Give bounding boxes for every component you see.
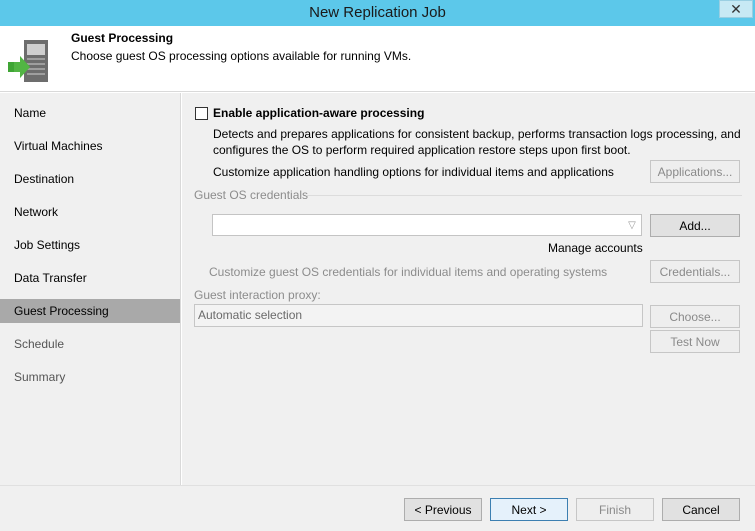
choose-proxy-button[interactable]: Choose... bbox=[650, 305, 740, 328]
close-button[interactable]: ✕ bbox=[719, 0, 753, 18]
cancel-button[interactable]: Cancel bbox=[662, 498, 740, 521]
chevron-down-icon: ▽ bbox=[628, 219, 636, 231]
guest-processing-panel: Enable application-aware processing Dete… bbox=[182, 93, 755, 485]
title-bar: New Replication Job ✕ bbox=[0, 0, 755, 26]
nav-item-job-settings[interactable]: Job Settings bbox=[0, 233, 180, 257]
wizard-footer: < Previous Next > Finish Cancel bbox=[0, 485, 755, 531]
enable-app-aware-checkbox[interactable] bbox=[195, 107, 208, 120]
nav-item-destination[interactable]: Destination bbox=[0, 167, 180, 191]
page-subtitle: Choose guest OS processing options avail… bbox=[71, 49, 412, 63]
test-now-button[interactable]: Test Now bbox=[650, 330, 740, 353]
credentials-dropdown[interactable]: ▽ bbox=[212, 214, 642, 236]
nav-item-summary[interactable]: Summary bbox=[0, 365, 180, 389]
add-credentials-button[interactable]: Add... bbox=[650, 214, 740, 237]
credentials-button[interactable]: Credentials... bbox=[650, 260, 740, 283]
customize-apps-text: Customize application handling options f… bbox=[213, 165, 614, 179]
nav-item-network[interactable]: Network bbox=[0, 200, 180, 224]
page-title: Guest Processing bbox=[71, 31, 174, 45]
nav-item-schedule[interactable]: Schedule bbox=[0, 332, 180, 356]
wizard-steps-nav: Name Virtual Machines Destination Networ… bbox=[0, 93, 181, 485]
customize-credentials-text: Customize guest OS credentials for indiv… bbox=[209, 265, 608, 279]
enable-app-aware-label[interactable]: Enable application-aware processing bbox=[213, 106, 424, 120]
manage-accounts-link[interactable]: Manage accounts bbox=[548, 241, 643, 255]
close-icon: ✕ bbox=[730, 0, 742, 17]
credentials-group-divider bbox=[306, 195, 742, 196]
guest-interaction-proxy-field[interactable]: Automatic selection bbox=[194, 304, 643, 327]
guest-interaction-proxy-label: Guest interaction proxy: bbox=[194, 288, 321, 302]
window-title: New Replication Job bbox=[309, 4, 446, 21]
nav-item-name[interactable]: Name bbox=[0, 101, 180, 125]
finish-button[interactable]: Finish bbox=[576, 498, 654, 521]
app-aware-description-line1: Detects and prepares applications for co… bbox=[213, 127, 741, 141]
nav-item-data-transfer[interactable]: Data Transfer bbox=[0, 266, 180, 290]
next-button[interactable]: Next > bbox=[490, 498, 568, 521]
nav-item-guest-processing[interactable]: Guest Processing bbox=[0, 299, 180, 323]
wizard-header: Guest Processing Choose guest OS process… bbox=[0, 26, 755, 92]
replication-job-icon bbox=[6, 38, 52, 86]
app-aware-description-line2: configures the OS to perform required ap… bbox=[213, 143, 631, 157]
previous-button[interactable]: < Previous bbox=[404, 498, 482, 521]
nav-item-virtual-machines[interactable]: Virtual Machines bbox=[0, 134, 180, 158]
guest-os-credentials-group-label: Guest OS credentials bbox=[194, 188, 309, 202]
applications-button[interactable]: Applications... bbox=[650, 160, 740, 183]
